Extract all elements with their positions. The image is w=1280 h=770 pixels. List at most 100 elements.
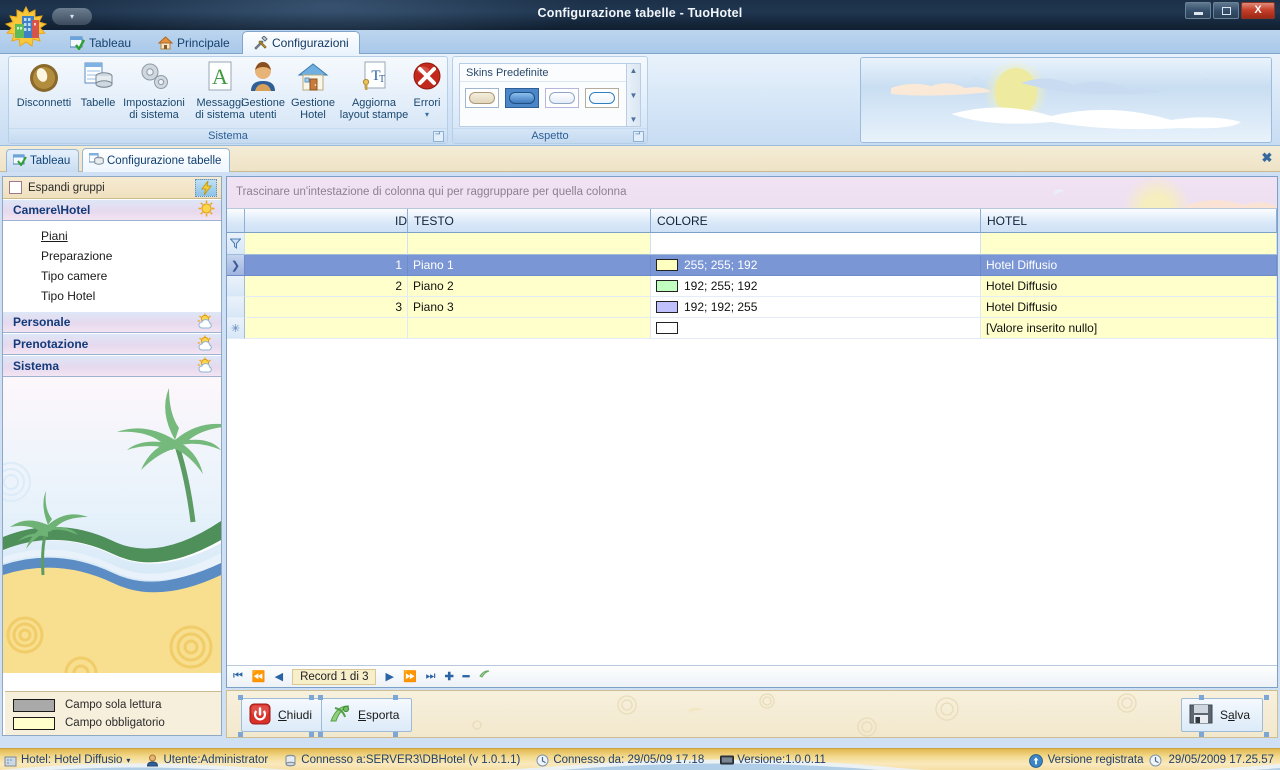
- cell-hotel[interactable]: Hotel Diffusio: [981, 297, 1277, 318]
- grid-column-header-hotel[interactable]: HOTEL: [981, 209, 1277, 233]
- cell-testo[interactable]: Piano 3: [408, 297, 651, 318]
- grid-column-header-id[interactable]: ID: [245, 209, 408, 233]
- cell-testo[interactable]: [408, 318, 651, 339]
- filter-input-id[interactable]: [245, 233, 408, 255]
- dialog-launcher-icon[interactable]: [433, 131, 444, 142]
- hotel-icon: [4, 754, 17, 767]
- close-button[interactable]: X: [1241, 2, 1275, 19]
- minimize-button[interactable]: [1185, 2, 1211, 19]
- nav-add-button[interactable]: ✚: [445, 670, 454, 683]
- ribbon-button-errori[interactable]: Errori ▾: [405, 60, 449, 128]
- ribbon-button-impostazioni-di-sistema[interactable]: Impostazioni di sistema: [117, 60, 191, 128]
- ribbon-tab-principale[interactable]: Principale: [148, 32, 240, 54]
- dialog-launcher-icon[interactable]: [633, 131, 644, 142]
- nav-first-button[interactable]: ⏮: [233, 670, 243, 683]
- sidebar-group-personale[interactable]: Personale: [3, 311, 221, 333]
- color-swatch: [656, 322, 678, 334]
- doc-tab-tableau[interactable]: Tableau: [6, 149, 80, 172]
- ribbon-button-dropdown[interactable]: ▾: [424, 109, 430, 121]
- resize-handle[interactable]: [309, 695, 314, 700]
- doc-tab-configurazione-tabelle[interactable]: Configurazione tabelle: [82, 148, 231, 172]
- table-row[interactable]: 3 Piano 3 192; 192; 255 Hotel Diffusio: [227, 297, 1277, 318]
- cell-colore[interactable]: 255; 255; 192: [651, 255, 981, 276]
- quick-access-dropdown[interactable]: ▾: [52, 8, 92, 25]
- resize-handle[interactable]: [1264, 695, 1269, 700]
- resize-handle[interactable]: [393, 732, 398, 737]
- nav-remove-button[interactable]: ━: [463, 670, 470, 683]
- resize-handle[interactable]: [318, 732, 323, 737]
- ribbon-tab-tableau[interactable]: Tableau: [60, 32, 141, 54]
- grid-column-header-testo[interactable]: TESTO: [408, 209, 651, 233]
- sidebar-item-preparazione[interactable]: Preparazione: [3, 246, 221, 266]
- salva-s: S: [1219, 708, 1228, 722]
- cell-id[interactable]: 2: [245, 276, 408, 297]
- table-row[interactable]: 2 Piano 2 192; 255; 192 Hotel Diffusio: [227, 276, 1277, 297]
- ribbon-button-aggiorna-layout-stampe[interactable]: TT Aggiorna layout stampe: [335, 60, 413, 128]
- cell-id[interactable]: [245, 318, 408, 339]
- restore-button[interactable]: [1213, 2, 1239, 19]
- status-hotel[interactable]: Hotel: Hotel Diffusio ▾: [4, 754, 130, 767]
- ribbon-button-label: Disconnetti: [16, 97, 72, 109]
- nav-next-button[interactable]: ▶: [385, 670, 393, 683]
- ribbon-button-gestione-utenti[interactable]: Gestione utenti: [235, 60, 291, 128]
- resize-handle[interactable]: [238, 695, 243, 700]
- chiudi-button[interactable]: Chiudi: [241, 698, 326, 732]
- chevron-down-icon[interactable]: ▾: [126, 756, 130, 765]
- sidebar-group-prenotazione[interactable]: Prenotazione: [3, 333, 221, 355]
- ribbon-button-label: Aggiorna: [351, 97, 397, 109]
- ribbon-group-label-aspetto: Aspetto: [453, 128, 647, 143]
- scroll-more-icon[interactable]: ▼: [630, 115, 638, 124]
- grid-column-header-colore[interactable]: COLORE: [651, 209, 981, 233]
- application-orb-button[interactable]: [4, 5, 48, 48]
- skins-gallery-scrollbar[interactable]: ▲ ▼ ▼: [626, 63, 641, 127]
- skin-swatch-1[interactable]: [465, 88, 499, 108]
- scroll-up-icon[interactable]: ▲: [630, 66, 638, 75]
- cell-hotel[interactable]: Hotel Diffusio: [981, 276, 1277, 297]
- expand-groups-checkbox[interactable]: [9, 181, 22, 194]
- nav-prev-button[interactable]: ◀: [275, 670, 283, 683]
- cell-hotel[interactable]: Hotel Diffusio: [981, 255, 1277, 276]
- cell-hotel[interactable]: [Valore inserito nullo]: [981, 318, 1277, 339]
- cell-colore[interactable]: 192; 192; 255: [651, 297, 981, 318]
- resize-handle[interactable]: [238, 732, 243, 737]
- filter-input-testo[interactable]: [408, 233, 651, 255]
- resize-handle[interactable]: [393, 695, 398, 700]
- table-row[interactable]: ❯ 1 Piano 1 255; 255; 192 Hotel Diffusio: [227, 255, 1277, 276]
- group-by-drop-area[interactable]: Trascinare un'intestazione di colonna qu…: [227, 177, 1277, 209]
- table-row-new[interactable]: ✳ [Valore inserito nullo]: [227, 318, 1277, 339]
- cell-testo[interactable]: Piano 2: [408, 276, 651, 297]
- sidebar-group-camere-hotel[interactable]: Camere\Hotel: [3, 199, 221, 221]
- ribbon-button-gestione-hotel[interactable]: Gestione Hotel: [285, 60, 341, 128]
- cell-testo[interactable]: Piano 1: [408, 255, 651, 276]
- esporta-button[interactable]: Esporta: [321, 698, 413, 732]
- resize-handle[interactable]: [1264, 732, 1269, 737]
- sidebar-item-piani[interactable]: Piani: [3, 226, 221, 246]
- skins-gallery[interactable]: Skins Predefinite: [459, 63, 627, 127]
- cell-colore[interactable]: [651, 318, 981, 339]
- sidebar-item-tipo-camere[interactable]: Tipo camere: [3, 266, 221, 286]
- filter-input-hotel[interactable]: [981, 233, 1277, 255]
- cell-colore[interactable]: 192; 255; 192: [651, 276, 981, 297]
- resize-handle[interactable]: [309, 732, 314, 737]
- scroll-down-icon[interactable]: ▼: [630, 91, 638, 100]
- sidebar-item-tipo-hotel[interactable]: Tipo Hotel: [3, 286, 221, 306]
- nav-edit-icon[interactable]: [478, 669, 491, 684]
- filter-input-colore[interactable]: [651, 233, 981, 255]
- lightning-icon[interactable]: [195, 179, 217, 197]
- nav-prev-page-button[interactable]: ⏪: [252, 670, 266, 683]
- nav-last-button[interactable]: ⏭: [426, 670, 436, 683]
- nav-next-page-button[interactable]: ⏩: [403, 670, 417, 683]
- ribbon-tab-configurazioni[interactable]: Configurazioni: [242, 31, 360, 54]
- sidebar-group-sistema[interactable]: Sistema: [3, 355, 221, 377]
- cell-id[interactable]: 3: [245, 297, 408, 318]
- close-document-icon[interactable]: ✖: [1260, 151, 1274, 165]
- database-icon: [284, 754, 297, 767]
- skin-swatch-3[interactable]: [545, 88, 579, 108]
- skin-swatch-2[interactable]: [505, 88, 539, 108]
- salva-button[interactable]: Salva: [1180, 698, 1263, 732]
- resize-handle[interactable]: [318, 695, 323, 700]
- resize-handle[interactable]: [1199, 695, 1204, 700]
- cell-id[interactable]: 1: [245, 255, 408, 276]
- resize-handle[interactable]: [1199, 732, 1204, 737]
- skin-swatch-4[interactable]: [585, 88, 619, 108]
